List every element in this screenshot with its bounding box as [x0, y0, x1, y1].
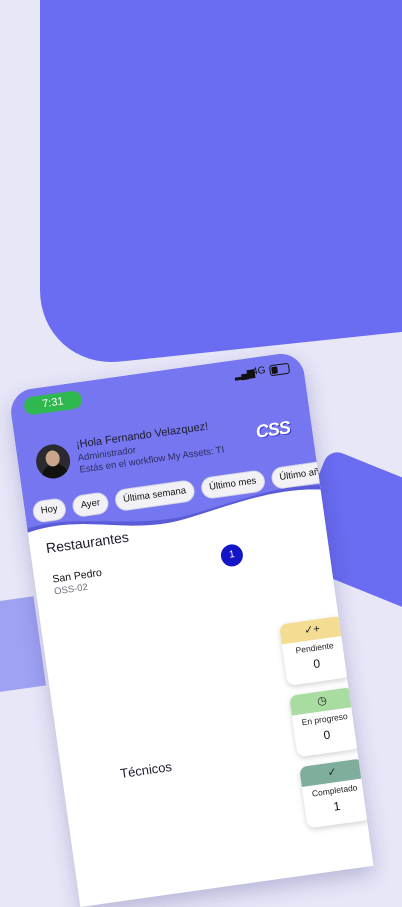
restaurant-count-badge: 1 [219, 543, 245, 568]
network-label: 4G [251, 365, 267, 378]
stat-card-pending[interactable]: ✓+ Pendiente 0 [279, 615, 352, 686]
status-time: 7:31 [22, 389, 83, 416]
battery-icon [268, 362, 291, 377]
background-shape [40, 0, 402, 370]
stat-card-in-progress[interactable]: ◷ En progreso 0 [289, 686, 362, 758]
technicians-title: Técnicos [119, 758, 173, 782]
stat-card-completed[interactable]: ✓ Completado 1 [299, 758, 372, 829]
phone-screen: 7:31 ▂▄▆ 4G ¡Hola Fernando Velazquez! Ad… [8, 350, 374, 907]
